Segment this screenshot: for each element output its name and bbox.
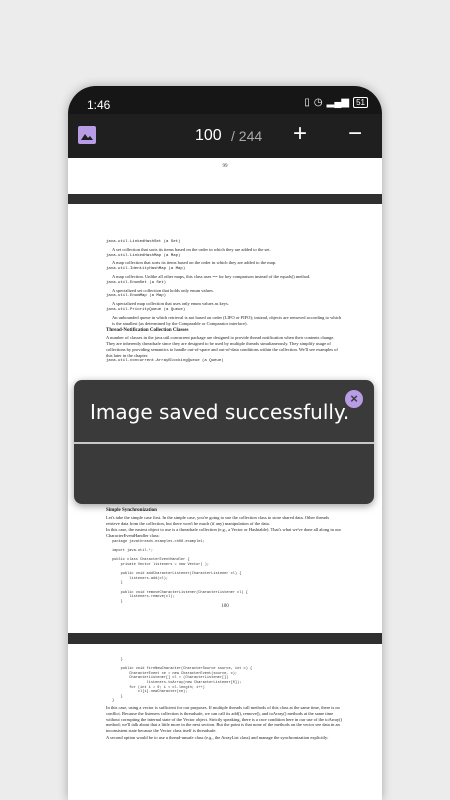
text-line: A specialized map collection that uses o… [112,301,229,307]
text-line: java.util.EnumMap (a Map) [106,294,167,299]
status-time: 1:46 [87,98,111,112]
text-line: In this case, using a vector is sufficie… [106,704,343,734]
text-line: java.util.IdentityHashMap (a Map) [106,267,186,272]
text-line: An unbounded queue in which retrieval is… [112,314,342,326]
reader-toolbar: 100 / 244 + − [68,114,382,158]
page-text-lower: Simple Synchronization Let's take the sim… [106,506,344,605]
signal-icon: ▂▄▆ [326,97,350,108]
text-line: java.util.PriorityQueue (a Queue) [106,307,186,312]
close-icon[interactable]: × [345,390,363,408]
text-line: java.util.LinkedHashSet (a Set) [106,240,181,244]
text-line: } public void fireNewCharacter(Character… [112,658,253,704]
image-icon[interactable] [78,126,96,144]
text-line: Let's take the simple case first. In the… [106,514,330,526]
page-number: 100 [221,604,229,609]
status-bar: 1:46 ▯ ◷ ▂▄▆ 51 [68,86,382,114]
text-line: A set collection that sorts its items ba… [112,246,271,252]
toast-dialog: Image saved successfully. × [74,380,374,504]
page-text-upper: java.util.LinkedHashSet (a Set) A set col… [106,240,344,366]
battery-icon: 51 [353,97,368,108]
text-line: In this case, the easiest object to use … [106,527,342,539]
text-line: Thread-Notification Collection Classes [106,328,189,334]
text-line: package javathreads.examples.ch08.exampl… [112,539,248,604]
pdf-page-next: } public void fireNewCharacter(Character… [68,644,382,800]
alarm-icon: ◷ [313,97,323,108]
text-line: Simple Synchronization [106,508,157,513]
text-line: java.util.EnumSet (a Set) [106,280,167,285]
pdf-page-previous: 99 [68,158,382,194]
page-text: } public void fireNewCharacter(Character… [106,658,344,742]
toast-message: Image saved successfully. [90,400,350,424]
total-pages: / 244 [231,128,263,144]
vibrate-icon: ▯ [304,97,310,108]
text-line: A second option would be to use a thread… [106,734,329,740]
zoom-in-button[interactable]: + [289,122,311,146]
zoom-out-button[interactable]: − [344,122,366,146]
page-number: 99 [222,164,228,169]
toast-divider [74,442,374,444]
current-page-number[interactable]: 100 [195,127,222,145]
text-line: java.util.concurrent.ArrayBlockingQueue … [106,359,224,364]
text-line: A specialized set collection that holds … [112,287,214,293]
text-line: A number of classes in the java.util.con… [106,335,338,358]
text-line: A map collection. Unlike all other maps,… [112,273,311,279]
text-line: java.util.LinkedHashMap (a Map) [106,253,181,258]
status-icons: ▯ ◷ ▂▄▆ 51 [304,97,368,108]
text-line: A map collection that sorts its items ba… [112,260,277,266]
